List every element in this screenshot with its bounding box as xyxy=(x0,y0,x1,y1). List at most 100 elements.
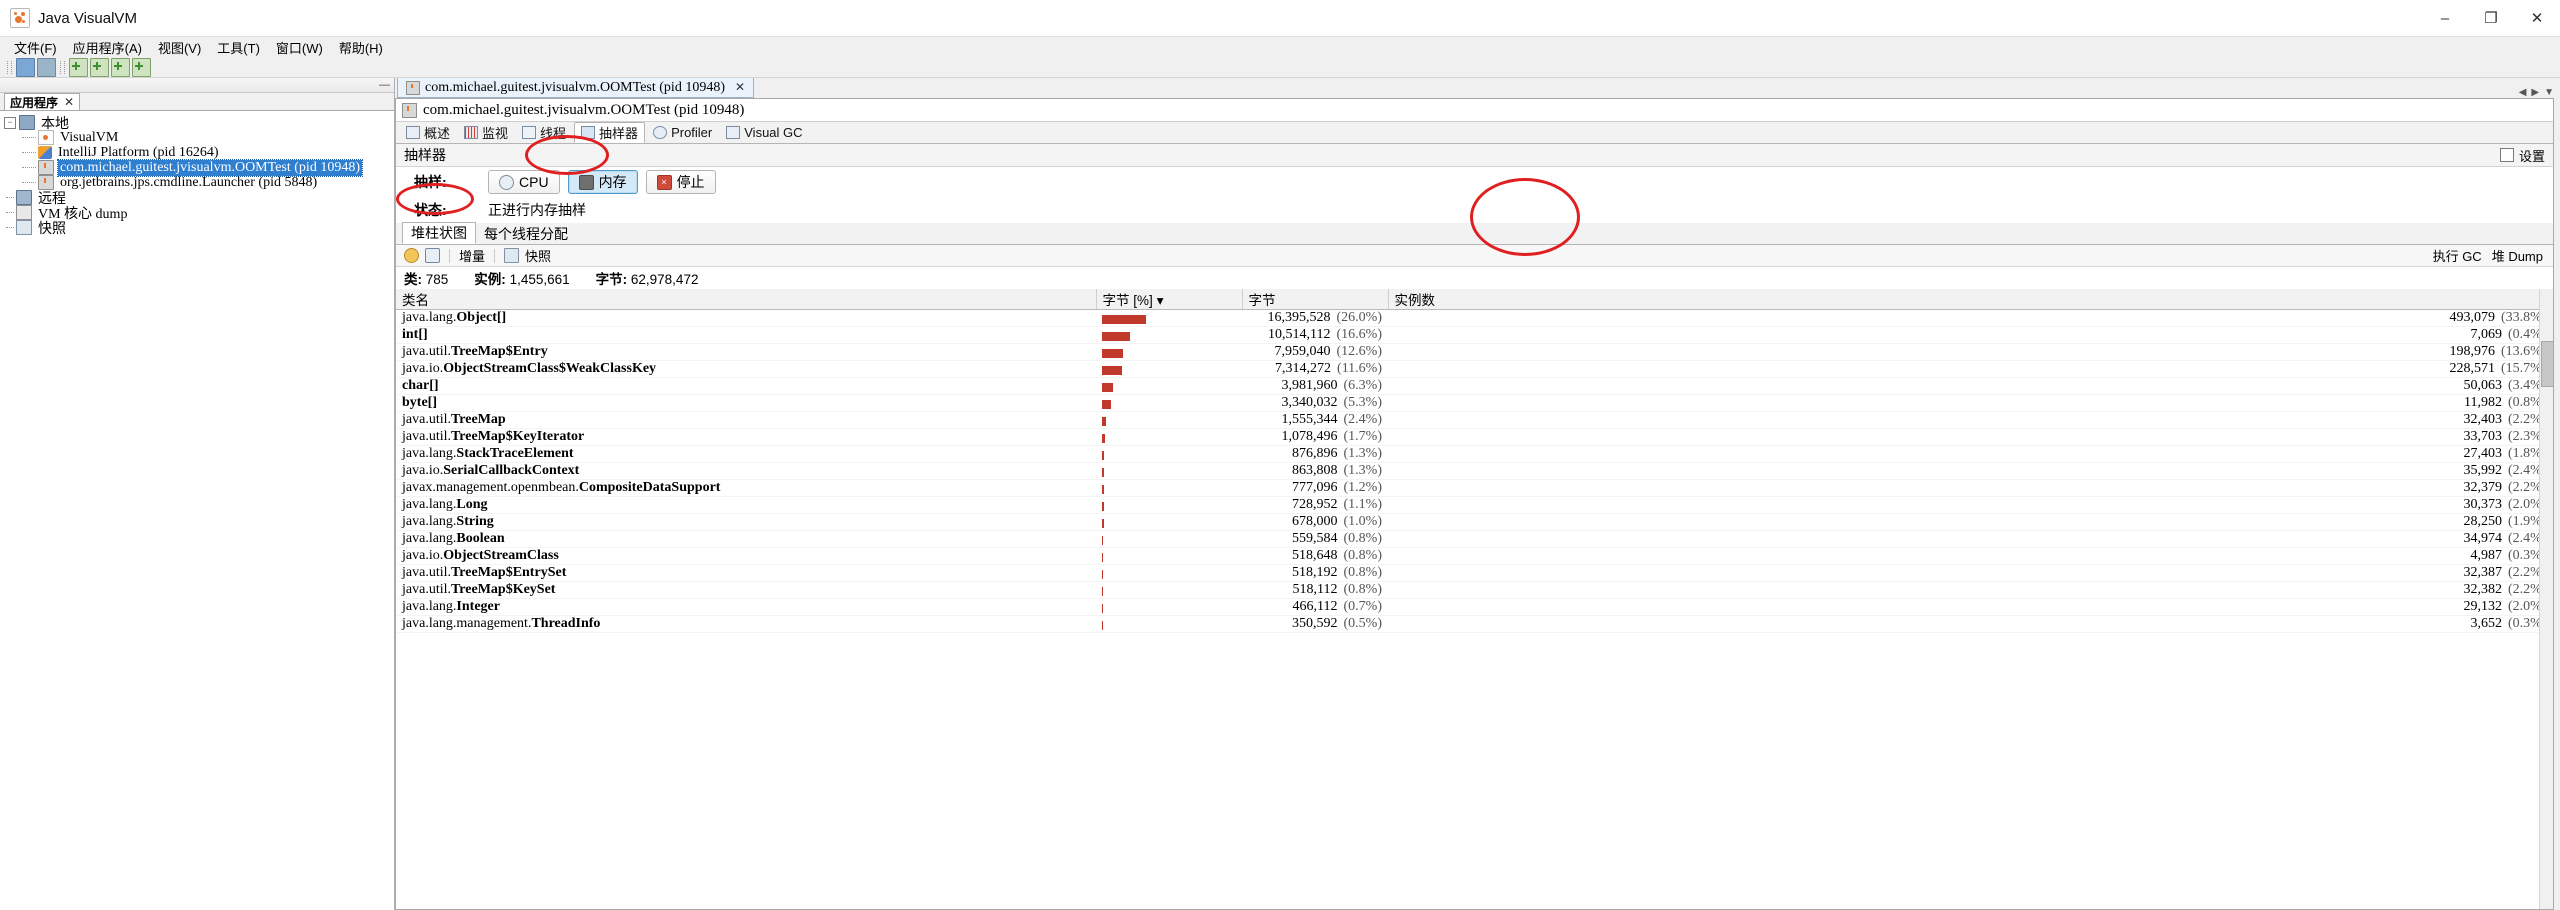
tree-item-snapshot[interactable]: 快照 xyxy=(0,220,394,237)
close-icon[interactable]: ✕ xyxy=(64,95,74,109)
expander-icon[interactable]: − xyxy=(4,116,16,129)
table-row[interactable]: char[] 3,981,960 (6.3%) 50,063 (3.4%) xyxy=(396,377,2553,395)
tab-threads[interactable]: 线程 xyxy=(516,123,572,142)
visual-gc-icon xyxy=(726,126,741,139)
table-row[interactable]: java.lang.Object[] 16,395,528 (26.0%) 493,0… xyxy=(396,309,2553,327)
bar-fill xyxy=(1102,400,1111,409)
tree-item-local[interactable]: − 本地 xyxy=(0,115,394,132)
tab-applications[interactable]: 应用程序 ✕ xyxy=(4,93,81,110)
col-class-name[interactable]: 类名 xyxy=(396,289,1097,310)
folder-open-icon[interactable] xyxy=(16,57,35,77)
toolbar-grip-2[interactable] xyxy=(60,60,65,74)
minimize-button[interactable]: – xyxy=(2422,0,2468,36)
refresh-icon[interactable] xyxy=(425,248,440,263)
cell-instances: 4,987 (0.3%) xyxy=(1388,547,2553,565)
close-button[interactable]: ✕ xyxy=(2514,0,2560,36)
stop-sampling-button[interactable]: × 停止 xyxy=(645,170,716,194)
heap-toolbar: 增量 快照 执行 GC 堆 Dump xyxy=(396,245,2553,267)
table-row[interactable]: java.util.TreeMap$EntrySet 518,192 (0.8%) 3… xyxy=(396,564,2553,582)
cell-bytes-bar xyxy=(1096,615,1242,633)
tree-item-oomtest[interactable]: com.michael.guitest.jvisualvm.OOMTest (p… xyxy=(0,158,394,177)
delta-button[interactable]: 增量 xyxy=(459,246,485,265)
snapshot-icon[interactable] xyxy=(504,248,520,263)
menu-file[interactable]: 文件(F) xyxy=(6,36,65,59)
document-tab-oomtest[interactable]: com.michael.guitest.jvisualvm.OOMTest (p… xyxy=(397,78,755,98)
sample-memory-button[interactable]: 内存 xyxy=(567,170,638,194)
menu-help[interactable]: 帮助(H) xyxy=(331,36,391,59)
add-jmx-icon[interactable] xyxy=(90,57,109,77)
scroll-right-icon[interactable]: ▶ xyxy=(2531,87,2539,98)
tab-visual-gc[interactable]: Visual GC xyxy=(720,123,808,142)
cell-instances: 7,069 (0.4%) xyxy=(1388,326,2553,344)
dock-minimize-button[interactable]: — xyxy=(379,80,390,91)
pause-icon[interactable] xyxy=(404,248,419,263)
sampler-content-pane: com.michael.guitest.jvisualvm.OOMTest (p… xyxy=(395,98,2554,910)
toolbar-grip[interactable] xyxy=(7,60,12,74)
col-bytes[interactable]: 字节 xyxy=(1242,289,1389,310)
cell-instances: 228,571 (15.7%) xyxy=(1388,360,2553,378)
close-icon[interactable]: ✕ xyxy=(735,80,745,95)
tab-sampler[interactable]: 抽样器 xyxy=(574,122,646,143)
tree-item-visualvm[interactable]: VisualVM xyxy=(0,130,394,145)
snapshot-button-label[interactable]: 快照 xyxy=(525,246,551,265)
menu-window[interactable]: 窗口(W) xyxy=(268,36,331,59)
table-scrollbar[interactable] xyxy=(2539,289,2553,909)
local-host-icon xyxy=(19,115,35,130)
cell-bytes-pct: (0.7%) xyxy=(1343,599,1383,614)
tree-item-intellij[interactable]: IntelliJ Platform (pid 16264) xyxy=(0,145,394,160)
status-value: 正进行内存抽样 xyxy=(488,202,586,218)
table-row[interactable]: byte[] 3,340,032 (5.3%) 11,982 (0.8%) xyxy=(396,394,2553,412)
sample-cpu-button[interactable]: CPU xyxy=(488,170,560,194)
perform-gc-button[interactable]: 执行 GC xyxy=(2433,246,2482,265)
table-scrollbar-thumb[interactable] xyxy=(2541,341,2553,387)
table-row[interactable]: java.lang.Integer 466,112 (0.7%) 29,132 (2.0… xyxy=(396,598,2553,616)
table-row[interactable]: java.util.TreeMap$KeyIterator 1,078,496 (1… xyxy=(396,428,2553,446)
maximize-button[interactable]: ❐ xyxy=(2468,0,2514,36)
tab-monitor[interactable]: 监视 xyxy=(458,123,514,142)
bytes-value: 62,978,472 xyxy=(630,272,699,287)
table-row[interactable]: java.util.TreeMap 1,555,344 (2.4%) 32,403 (2… xyxy=(396,411,2553,429)
cell-bytes: 7,314,272 (11.6%) xyxy=(1242,360,1388,378)
tab-overview[interactable]: 概述 xyxy=(400,123,456,142)
heap-dump-button[interactable]: 堆 Dump xyxy=(2492,246,2543,265)
menu-applications[interactable]: 应用程序(A) xyxy=(65,36,150,59)
sampler-panel-header: 抽样器 设置 xyxy=(396,144,2553,167)
table-row[interactable]: java.lang.String 678,000 (1.0%) 28,250 (1.9%… xyxy=(396,513,2553,531)
table-row[interactable]: java.lang.StackTraceElement 876,896 (1.3%)… xyxy=(396,445,2553,463)
cell-instances: 35,992 (2.4%) xyxy=(1388,462,2553,480)
checkbox-icon[interactable] xyxy=(2499,148,2514,162)
bar-fill xyxy=(1102,468,1105,477)
table-row[interactable]: java.lang.Long 728,952 (1.1%) 30,373 (2.0%) xyxy=(396,496,2553,514)
col-instances[interactable]: 实例数 xyxy=(1388,289,2553,310)
col-bytes-pct[interactable]: 字节 [%] ▾ xyxy=(1096,289,1243,310)
table-row[interactable]: java.io.ObjectStreamClass 518,648 (0.8%) 4,… xyxy=(396,547,2553,565)
table-row[interactable]: java.io.SerialCallbackContext 863,808 (1.3… xyxy=(396,462,2553,480)
table-row[interactable]: javax.management.openmbean.CompositeData… xyxy=(396,479,2553,497)
table-row[interactable]: java.util.TreeMap$KeySet 518,112 (0.8%) 32,… xyxy=(396,581,2553,599)
sampler-settings-toggle[interactable]: 设置 xyxy=(2499,146,2545,165)
menu-view[interactable]: 视图(V) xyxy=(150,36,209,59)
document-title-text: com.michael.guitest.jvisualvm.OOMTest (p… xyxy=(423,101,745,118)
tab-profiler[interactable]: Profiler xyxy=(647,123,718,142)
menu-tools[interactable]: 工具(T) xyxy=(209,36,268,59)
stop-icon: × xyxy=(656,174,672,190)
scroll-left-icon[interactable]: ◀ xyxy=(2519,87,2527,98)
cell-instances: 32,379 (2.2%) xyxy=(1388,479,2553,497)
table-row[interactable]: java.lang.Boolean 559,584 (0.8%) 34,974 (2.4… xyxy=(396,530,2553,548)
table-row[interactable]: java.util.TreeMap$Entry 7,959,040 (12.6%) 1… xyxy=(396,343,2553,361)
table-row[interactable]: java.io.ObjectStreamClass$WeakClassKey 7,… xyxy=(396,360,2553,378)
table-row[interactable]: int[] 10,514,112 (16.6%) 7,069 (0.4%) xyxy=(396,326,2553,344)
add-snapshot-icon[interactable] xyxy=(132,57,151,77)
table-row[interactable]: java.lang.management.ThreadInfo 350,592 (0… xyxy=(396,615,2553,633)
tab-heap-histogram[interactable]: 堆柱状图 xyxy=(402,222,476,244)
save-icon[interactable] xyxy=(37,57,56,77)
tab-per-thread-allocations[interactable]: 每个线程分配 xyxy=(476,224,576,244)
tree-connector xyxy=(22,181,36,184)
add-host-icon[interactable] xyxy=(69,57,88,77)
document-tab-label: com.michael.guitest.jvisualvm.OOMTest (p… xyxy=(425,79,725,95)
add-coredump-icon[interactable] xyxy=(111,57,130,77)
tab-list-icon[interactable]: ▼ xyxy=(2544,87,2554,98)
tree-connector xyxy=(22,166,36,169)
bar-fill xyxy=(1102,519,1104,528)
profiler-icon xyxy=(653,126,668,139)
